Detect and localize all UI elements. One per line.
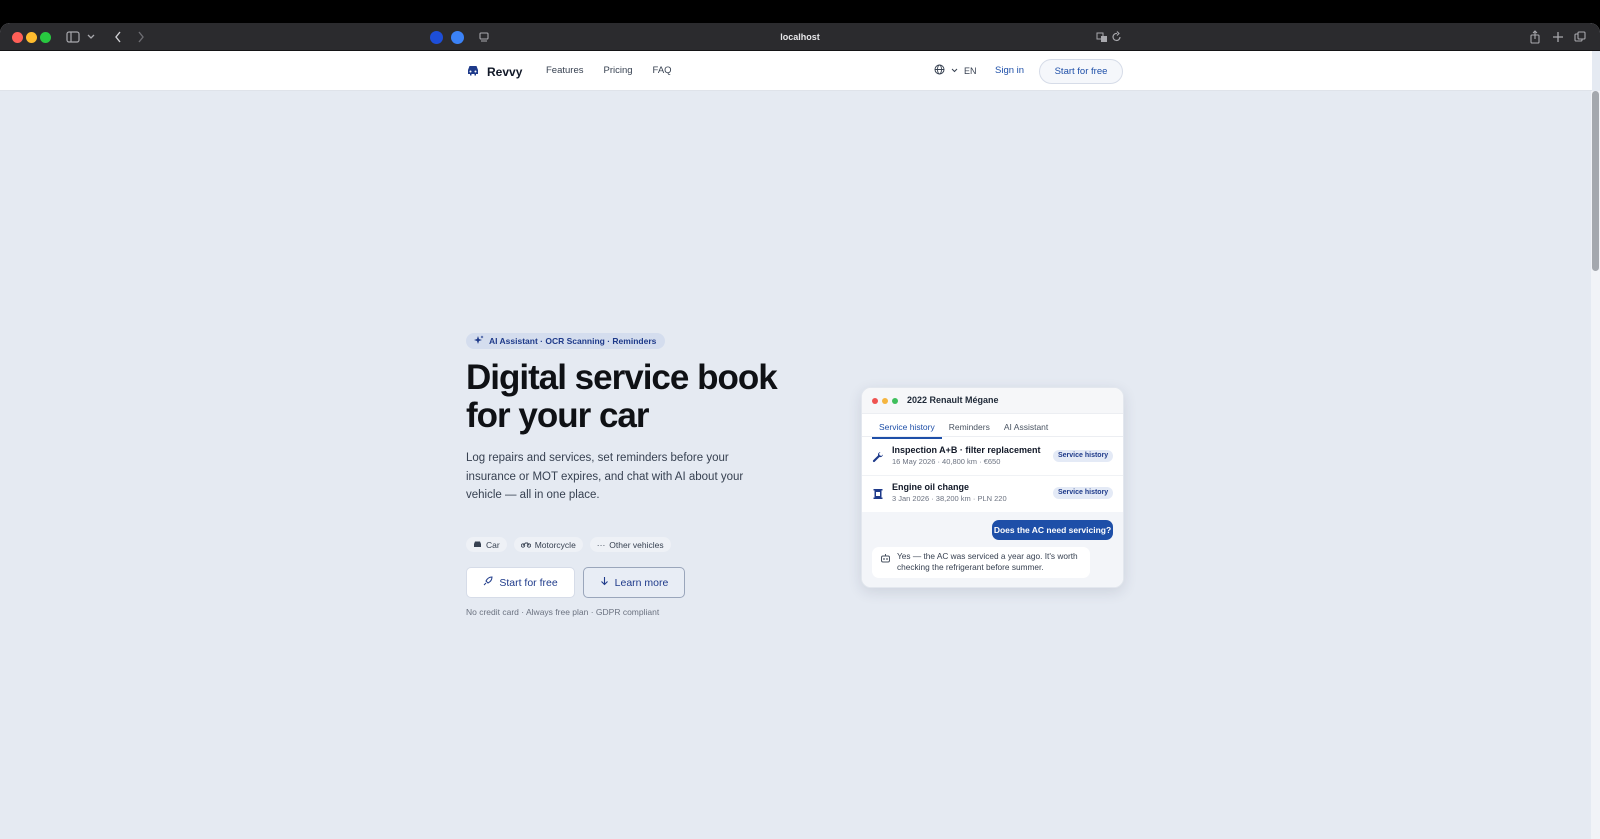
service-entry-meta: 16 May 2026 · 40,800 km · €650	[892, 457, 1001, 466]
motorcycle-icon	[520, 540, 531, 550]
service-entry-tag: Service history	[1053, 450, 1114, 462]
arrow-down-icon	[600, 576, 609, 589]
start-for-free-nav-button[interactable]: Start for free	[1039, 59, 1123, 84]
translate-icon[interactable]	[1096, 29, 1108, 45]
minimize-window-button[interactable]	[26, 32, 37, 43]
preview-titlebar: 2022 Renault Mégane	[862, 388, 1123, 414]
sidebar-toggle-icon[interactable]	[66, 29, 80, 45]
tabs-divider	[862, 436, 1123, 437]
more-dots-icon: ···	[596, 539, 606, 550]
reader-icon[interactable]	[478, 29, 490, 45]
checkmark-extension-icon[interactable]	[451, 31, 464, 44]
ai-answer-bubble: Yes — the AC was serviced a year ago. It…	[872, 547, 1090, 578]
preview-dot-yellow	[882, 398, 888, 404]
learn-more-button[interactable]: Learn more	[583, 567, 685, 598]
car-icon	[466, 63, 480, 81]
robot-icon	[880, 553, 891, 564]
hero-subtitle: Log repairs and services, set reminders …	[466, 452, 744, 501]
preview-dot-red	[872, 398, 878, 404]
web-page: Revvy Features Pricing FAQ EN Sign in St…	[0, 51, 1600, 839]
zoom-window-button[interactable]	[40, 32, 51, 43]
service-entry[interactable]: Inspection A+B · filter replacement 16 M…	[862, 438, 1123, 476]
chip-car: Car	[466, 537, 507, 552]
chip-car-label: Car	[486, 539, 500, 550]
brand-name: Revvy	[487, 65, 523, 79]
start-for-free-label: Start for free	[499, 576, 558, 589]
chip-other-vehicles-label: Other vehicles	[609, 539, 664, 550]
car-icon	[473, 540, 482, 550]
forward-button[interactable]	[136, 29, 146, 45]
chevron-down-icon	[951, 66, 958, 76]
start-for-free-button[interactable]: Start for free	[466, 567, 575, 598]
service-entry-tag: Service history	[1053, 487, 1114, 499]
learn-more-label: Learn more	[614, 576, 669, 589]
hero-title: Digital service book for your car	[466, 358, 778, 435]
chip-motorcycle-label: Motorcycle	[534, 539, 576, 550]
chevron-down-icon[interactable]	[86, 29, 96, 45]
service-entry-title: Engine oil change	[892, 482, 970, 492]
address-bar[interactable]: localhost	[700, 30, 900, 44]
ai-chat-preview: Does the AC need servicing? Yes — the AC…	[862, 512, 1123, 587]
chip-motorcycle: Motorcycle	[513, 537, 583, 552]
rocket-icon	[483, 576, 493, 589]
preview-vehicle-title: 2022 Renault Mégane	[907, 395, 999, 405]
close-window-button[interactable]	[12, 32, 23, 43]
nav-link-faq[interactable]: FAQ	[653, 65, 672, 76]
nav-links: Features Pricing FAQ	[546, 65, 672, 76]
preview-dot-green	[892, 398, 898, 404]
reload-icon[interactable]	[1111, 29, 1123, 45]
language-selector[interactable]: EN	[934, 64, 977, 77]
tab-overview-icon[interactable]	[1574, 29, 1586, 45]
wrench-icon	[872, 450, 884, 463]
feature-badge: AI Assistant · OCR Scanning · Reminders	[466, 333, 666, 349]
service-entry-meta: 3 Jan 2026 · 38,200 km · PLN 220	[892, 494, 1007, 503]
brand-logo[interactable]: Revvy	[466, 63, 522, 81]
page-scrollbar[interactable]	[1591, 91, 1600, 839]
language-label: EN	[964, 65, 977, 76]
ai-answer-text: Yes — the AC was serviced a year ago. It…	[897, 551, 1078, 572]
scrollbar-thumb[interactable]	[1592, 91, 1599, 271]
feature-badge-label: AI Assistant · OCR Scanning · Reminders	[489, 336, 657, 346]
vehicle-chips: Car Motorcycle ··· Other vehicles	[466, 537, 671, 552]
top-navigation: Revvy Features Pricing FAQ EN Sign in St…	[0, 51, 1592, 91]
nav-link-pricing[interactable]: Pricing	[604, 65, 633, 76]
browser-toolbar: localhost	[0, 23, 1600, 51]
oil-filter-icon	[872, 487, 884, 499]
share-icon[interactable]	[1529, 29, 1541, 45]
app-preview-card: 2022 Renault Mégane Service history Remi…	[861, 387, 1124, 588]
sparkles-icon	[474, 335, 484, 347]
globe-icon	[934, 64, 945, 77]
extension-icon[interactable]	[430, 31, 443, 44]
hero-fineprint: No credit card · Always free plan · GDPR…	[466, 607, 660, 617]
new-tab-icon[interactable]	[1552, 29, 1564, 45]
user-question-bubble: Does the AC need servicing?	[992, 520, 1113, 540]
nav-link-features[interactable]: Features	[546, 65, 584, 76]
back-button[interactable]	[113, 29, 123, 45]
service-entry-title: Inspection A+B · filter replacement	[892, 445, 1041, 455]
service-entry[interactable]: Engine oil change 3 Jan 2026 · 38,200 km…	[862, 475, 1123, 513]
browser-window: localhost Revvy Features Pricing FAQ EN …	[0, 23, 1600, 839]
sign-in-link[interactable]: Sign in	[995, 65, 1024, 76]
chip-other-vehicles: ··· Other vehicles	[589, 537, 671, 552]
